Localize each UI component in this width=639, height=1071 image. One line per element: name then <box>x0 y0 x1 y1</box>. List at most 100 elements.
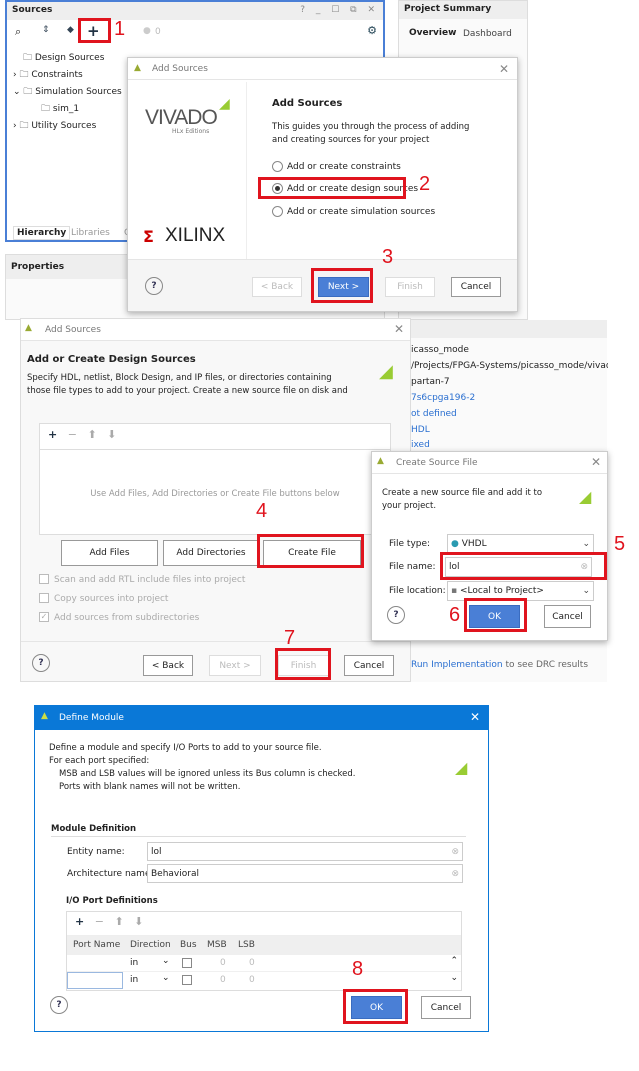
radio-constraints[interactable] <box>272 161 283 172</box>
vivado-logo-icon: ▲ <box>41 711 48 721</box>
file-type-select[interactable]: ● VHDL ⌄ <box>447 534 594 554</box>
tree-item[interactable]: › 🗀 Constraints <box>13 67 83 83</box>
cancel-button[interactable]: Cancel <box>451 277 501 297</box>
description-line: MSB and LSB values will be ignored unles… <box>59 769 356 779</box>
help-button[interactable]: ? <box>145 277 163 295</box>
tree-item[interactable]: › 🗀 Utility Sources <box>13 118 96 134</box>
finish-button[interactable]: Finish <box>385 277 435 297</box>
add-port-icon[interactable]: + <box>75 915 84 928</box>
entity-name-label: Entity name: <box>67 847 125 857</box>
next-button[interactable]: Next > <box>209 655 261 676</box>
xilinx-logo: XILINX <box>165 225 226 246</box>
status-dot-icon: ● <box>143 26 151 36</box>
dialog-description: Specify HDL, netlist, Block Design, and … <box>27 373 348 396</box>
summary-link[interactable]: 7s6cpga196-2 <box>411 393 475 403</box>
step-number: 8 <box>352 958 364 980</box>
dialog-titlebar: Create Source File <box>372 452 607 474</box>
back-button[interactable]: < Back <box>143 655 193 676</box>
clear-icon[interactable]: ⊗ <box>451 847 459 857</box>
port-table: + − ⬆ ⬇ Port Name Direction Bus MSB LSB … <box>66 911 462 991</box>
checkbox-label: Copy sources into project <box>54 594 169 604</box>
column-header[interactable]: Port Name <box>73 940 120 950</box>
add-icon[interactable]: + <box>48 428 57 441</box>
port-name-input[interactable] <box>67 972 123 989</box>
architecture-name-input[interactable]: Behavioral ⊗ <box>147 864 463 883</box>
run-implementation-link[interactable]: Run Implementation <box>411 660 503 670</box>
dialog-titlebar: Add Sources <box>128 58 517 80</box>
summary-link[interactable]: HDL <box>411 425 430 435</box>
tree-item[interactable]: 🗀 Design Sources <box>23 50 104 66</box>
summary-link[interactable]: ixed <box>411 440 430 450</box>
remove-icon[interactable]: − <box>68 428 77 441</box>
help-button[interactable]: ? <box>387 606 405 624</box>
cancel-button[interactable]: Cancel <box>544 605 591 628</box>
column-header[interactable]: Direction <box>130 940 171 950</box>
table-header: Port Name Direction Bus MSB LSB <box>67 936 461 955</box>
cancel-button[interactable]: Cancel <box>421 996 471 1019</box>
tab-overview[interactable]: Overview <box>409 28 456 38</box>
tree-item[interactable]: 🗀 sim_1 <box>41 101 79 117</box>
summary-value: partan-7 <box>411 377 450 387</box>
section-title: Module Definition <box>51 824 137 834</box>
remove-port-icon[interactable]: − <box>95 915 104 928</box>
chevron-down-icon[interactable]: ⌄ <box>162 956 170 966</box>
add-design-sources-dialog: Add Sources ▲ ✕ Add or Create Design Sou… <box>20 318 411 682</box>
move-up-icon[interactable]: ⬆ <box>114 915 123 928</box>
help-button[interactable]: ? <box>50 996 68 1014</box>
move-up-icon[interactable]: ⬆ <box>87 428 96 441</box>
entity-name-input[interactable]: lol ⊗ <box>147 842 463 861</box>
file-list: + − ⬆ ⬇ Use Add Files, Add Directories o… <box>39 423 391 535</box>
dialog-titlebar: Add Sources <box>21 319 410 341</box>
summary-value: /Projects/FPGA-Systems/picasso_mode/viva… <box>411 361 608 371</box>
search-icon[interactable]: ⌕ <box>15 25 21 39</box>
table-row[interactable]: in ⌄ 00 ⌃ <box>67 955 461 972</box>
close-icon[interactable]: ✕ <box>394 322 404 336</box>
move-down-icon[interactable]: ⬇ <box>107 428 116 441</box>
dialog-titlebar: Define Module <box>35 706 488 730</box>
expand-icon[interactable]: ◆ <box>67 25 74 35</box>
copy-sources-checkbox[interactable] <box>39 593 49 603</box>
close-icon[interactable]: ✕ <box>591 455 601 469</box>
column-header[interactable]: MSB <box>207 940 227 950</box>
column-header[interactable]: LSB <box>238 940 255 950</box>
option-label[interactable]: Add or create simulation sources <box>287 207 435 217</box>
close-icon[interactable]: ✕ <box>499 62 509 76</box>
architecture-name-label: Architecture name: <box>67 869 154 879</box>
panel-window-icons[interactable]: ? _ ☐ ⧉ ✕ <box>300 5 379 15</box>
tab-hierarchy[interactable]: Hierarchy <box>13 226 71 240</box>
highlight-box <box>311 268 373 303</box>
subdirectories-checkbox[interactable]: ✓ <box>39 612 49 622</box>
summary-link[interactable]: ot defined <box>411 409 457 419</box>
gear-icon[interactable]: ⚙ <box>367 24 377 37</box>
scroll-up-icon[interactable]: ⌃ <box>450 956 458 966</box>
define-module-dialog: Define Module ▲ ✕ Define a module and sp… <box>34 705 489 1032</box>
step-number: 3 <box>382 246 394 268</box>
option-label[interactable]: Add or create constraints <box>287 162 401 172</box>
cancel-button[interactable]: Cancel <box>344 655 394 676</box>
back-button[interactable]: < Back <box>252 277 302 297</box>
clear-icon[interactable]: ⊗ <box>451 869 459 879</box>
table-row[interactable]: in ⌄ 00 ⌄ <box>67 972 461 989</box>
step-number: 7 <box>284 627 296 649</box>
description-line: Ports with blank names will not be writt… <box>59 782 241 792</box>
chevron-down-icon[interactable]: ⌄ <box>162 973 170 983</box>
vivado-leaf-icon: ◢ <box>219 96 230 112</box>
move-down-icon[interactable]: ⬇ <box>134 915 143 928</box>
column-header[interactable]: Bus <box>180 940 197 950</box>
tab-libraries[interactable]: Libraries <box>71 228 110 238</box>
tab-dashboard[interactable]: Dashboard <box>463 29 512 39</box>
add-directories-button[interactable]: Add Directories <box>163 540 259 566</box>
step-number: 2 <box>419 173 431 195</box>
add-files-button[interactable]: Add Files <box>61 540 158 566</box>
vivado-logo-icon: ▲ <box>134 63 141 73</box>
file-name-label: File name: <box>389 562 436 572</box>
close-icon[interactable]: ✕ <box>470 710 480 724</box>
bus-checkbox[interactable] <box>182 975 192 985</box>
collapse-all-icon[interactable]: ⇕ <box>42 25 50 35</box>
tree-item[interactable]: ⌄ 🗀 Simulation Sources <box>13 84 122 100</box>
bus-checkbox[interactable] <box>182 958 192 968</box>
help-button[interactable]: ? <box>32 654 50 672</box>
scroll-down-icon[interactable]: ⌄ <box>450 973 458 983</box>
radio-simulation-sources[interactable] <box>272 206 283 217</box>
scan-rtl-checkbox[interactable] <box>39 574 49 584</box>
